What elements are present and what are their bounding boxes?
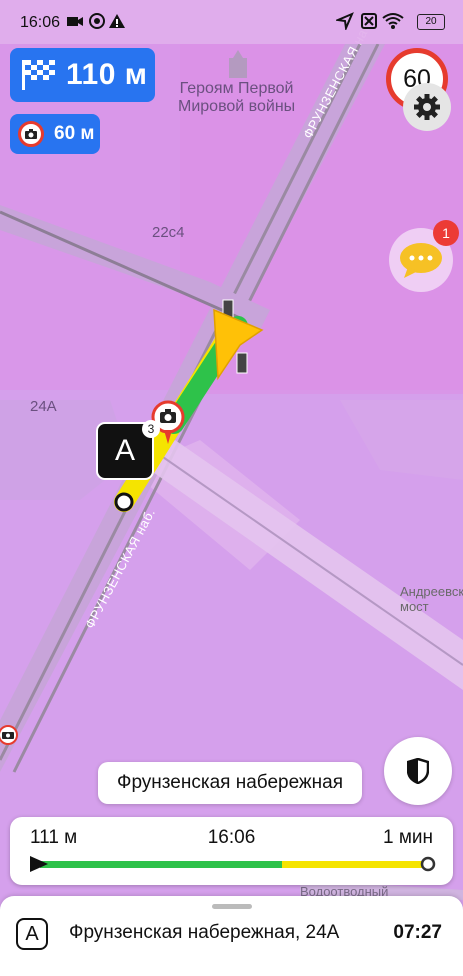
waypoint-marker-a[interactable]: A 3: [96, 420, 160, 480]
maneuver-card[interactable]: 110 м: [10, 48, 155, 102]
poi-label: Героям Первой Мировой войны: [178, 80, 296, 115]
camera-distance: 60 м: [54, 123, 95, 144]
progress-green-segment: [40, 861, 282, 868]
camera-pin-icon-small: [0, 725, 18, 745]
gear-icon: [414, 94, 440, 120]
wifi-icon: [382, 13, 404, 29]
progress-end-dot-icon: [420, 856, 436, 872]
destination-a-icon: A: [16, 918, 48, 950]
route-progress-bar: [30, 856, 436, 872]
progress-yellow-segment: [282, 861, 426, 868]
destination-sheet[interactable]: A Фрунзенская набережная, 24А 07:27: [0, 896, 463, 976]
sheet-drag-handle[interactable]: [212, 904, 252, 909]
route-start-point: [114, 492, 134, 512]
settings-button[interactable]: [403, 83, 451, 131]
speed-camera-marker-left[interactable]: [0, 725, 20, 754]
speed-camera-icon: [18, 121, 44, 147]
status-time: 16:06: [20, 14, 61, 31]
current-street-chip: Фрунзенская набережная: [98, 762, 362, 804]
shield-status-icon: [89, 13, 105, 29]
warning-icon: [109, 14, 125, 28]
shield-icon: [407, 758, 429, 784]
battery-indicator: 20: [417, 14, 445, 30]
maneuver-distance: 110 м: [66, 58, 148, 91]
waypoint-marker-count: 3: [142, 420, 160, 438]
safety-shield-button[interactable]: [384, 737, 452, 805]
progress-start-arrow-icon: [30, 856, 48, 872]
waypoint-marker-label: A: [114, 434, 135, 467]
remaining-time: 1 мин: [382, 827, 433, 848]
building-label-24a: 24А: [30, 398, 57, 415]
chat-badge: 1: [433, 220, 459, 246]
bridge-label: Андреевский мост: [400, 584, 463, 614]
no-sim-icon: [361, 13, 377, 29]
chat-button[interactable]: 1: [389, 220, 459, 292]
finish-flag-icon: [22, 60, 55, 90]
destination-address: Фрунзенская набережная, 24А: [69, 922, 340, 943]
arrival-time: 16:06: [207, 827, 256, 848]
destination-time: 07:27: [393, 922, 442, 943]
camera-warning-card[interactable]: 60 м: [10, 114, 100, 154]
status-bar: 16:06 20: [0, 0, 463, 44]
chat-bubble-icon: [400, 243, 442, 278]
location-arrow-icon: [336, 12, 354, 30]
route-progress-card[interactable]: 111 м 16:06 1 мин: [10, 817, 453, 885]
video-camera-icon: [67, 17, 83, 26]
building-label-22c4: 22с4: [152, 224, 185, 241]
